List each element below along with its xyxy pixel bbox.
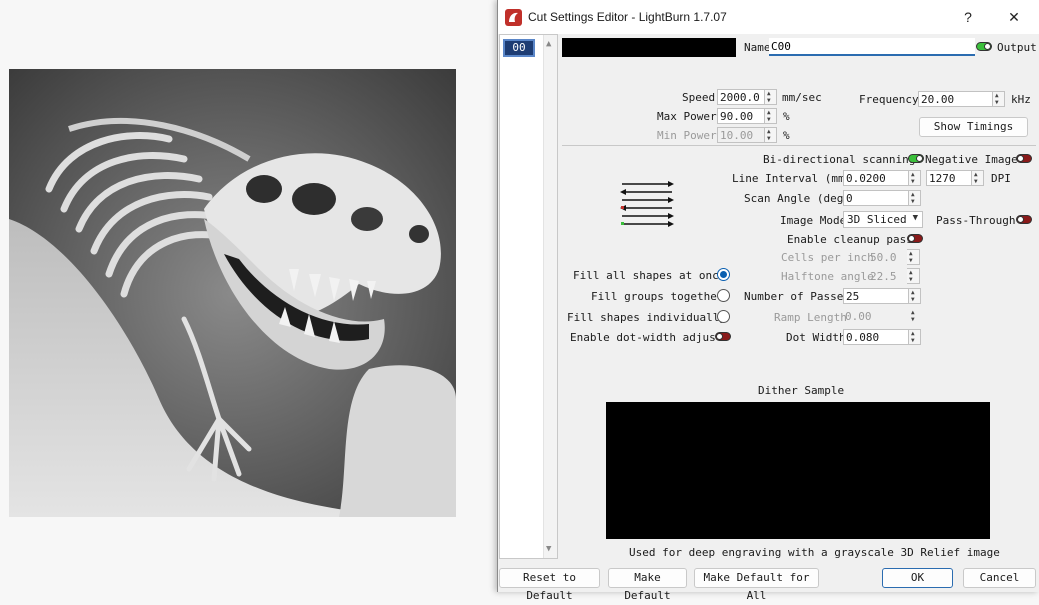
fossil-image	[9, 69, 456, 517]
fill-all-at-once-radio[interactable]	[717, 268, 730, 281]
section-divider	[562, 145, 1036, 146]
help-button[interactable]: ?	[950, 6, 986, 28]
halftone-angle-label: Halftone angle	[781, 270, 874, 283]
ramp-length-spinbox[interactable]: 0.00 ▲ ▼	[843, 309, 921, 325]
dot-width-adjust-toggle[interactable]	[715, 332, 731, 341]
dot-width-value: 0.080	[846, 331, 880, 344]
image-mode-label: Image Mode	[780, 214, 847, 227]
mode-description: Used for deep engraving with a grayscale…	[629, 546, 1000, 559]
line-interval-label: Line Interval (mm)	[732, 172, 852, 185]
name-label: Name	[744, 41, 771, 54]
title-bar: Cut Settings Editor - LightBurn 1.7.07 ?…	[498, 0, 1039, 34]
frequency-label: Frequency	[859, 93, 919, 106]
output-label: Output	[997, 41, 1037, 54]
dot-width-spinbox[interactable]: 0.080 ▲ ▼	[843, 329, 921, 345]
dot-width-adjust-label: Enable dot-width adjust	[570, 331, 723, 344]
make-default-button[interactable]: Make Default	[608, 568, 687, 602]
chevron-down-icon: ▼	[912, 213, 918, 223]
dither-sample-label: Dither Sample	[758, 384, 845, 397]
bidirectional-label: Bi-directional scanning	[763, 153, 916, 166]
dot-width-label: Dot Width	[786, 331, 846, 344]
min-power-value: 10.00	[720, 129, 754, 142]
min-power-spinbox[interactable]: 10.00 ▲ ▼	[717, 127, 777, 143]
layer-color-swatch[interactable]	[562, 38, 736, 57]
scan-angle-value: 0	[846, 192, 853, 205]
output-toggle[interactable]	[976, 42, 992, 51]
fill-groups-together-radio[interactable]	[717, 289, 730, 302]
ramp-length-value: 0.00	[845, 310, 872, 323]
cleanup-pass-label: Enable cleanup pass	[787, 233, 913, 246]
min-power-unit: %	[783, 129, 790, 142]
scroll-down-icon[interactable]: ▼	[546, 544, 551, 554]
scan-angle-label: Scan Angle (deg)	[744, 192, 850, 205]
layer-item-00[interactable]: 00	[503, 39, 535, 57]
number-of-passes-label: Number of Passes	[744, 290, 850, 303]
fill-option-label-1: Fill groups together	[591, 290, 724, 303]
scan-angle-stepper[interactable]: ▲ ▼	[908, 191, 920, 205]
fill-option-label-2: Fill shapes individually	[567, 311, 726, 324]
image-mode-select[interactable]: 3D Sliced ▼	[843, 211, 923, 228]
dot-width-stepper[interactable]: ▲ ▼	[908, 330, 920, 344]
cancel-button[interactable]: Cancel	[963, 568, 1036, 588]
name-input[interactable]	[769, 38, 975, 56]
pass-through-toggle[interactable]	[1016, 215, 1032, 224]
halftone-angle-value: 22.5	[870, 270, 897, 283]
cells-per-inch-label: Cells per inch	[781, 251, 874, 264]
frequency-value: 20.00	[921, 93, 955, 106]
dpi-spinbox[interactable]: 1270 ▲ ▼	[926, 170, 984, 186]
max-power-unit: %	[783, 110, 790, 123]
lightburn-logo-icon	[505, 9, 522, 26]
fill-option-label-0: Fill all shapes at once	[573, 269, 726, 282]
image-mode-value: 3D Sliced	[847, 213, 907, 226]
max-power-spinbox[interactable]: 90.00 ▲ ▼	[717, 108, 777, 124]
max-power-label: Max Power	[657, 110, 717, 123]
max-power-value: 90.00	[720, 110, 754, 123]
halftone-angle-stepper[interactable]: ▲ ▼	[907, 268, 920, 284]
min-power-stepper[interactable]: ▲ ▼	[764, 128, 776, 142]
max-power-stepper[interactable]: ▲ ▼	[764, 109, 776, 123]
cells-per-inch-value: 50.0	[870, 251, 897, 264]
fill-shapes-individually-radio[interactable]	[717, 310, 730, 323]
window-title: Cut Settings Editor - LightBurn 1.7.07	[528, 10, 727, 24]
bidirectional-toggle[interactable]	[908, 154, 924, 163]
line-interval-spinbox[interactable]: 0.0200 ▲ ▼	[843, 170, 921, 186]
speed-value: 2000.0	[720, 91, 760, 104]
number-of-passes-spinbox[interactable]: 25 ▲ ▼	[843, 288, 921, 304]
frequency-stepper[interactable]: ▲ ▼	[992, 92, 1004, 106]
dither-sample-preview	[606, 402, 990, 539]
frequency-spinbox[interactable]: 20.00 ▲ ▼	[918, 91, 1005, 107]
scan-direction-icon	[620, 181, 674, 227]
min-power-label: Min Power	[657, 129, 717, 142]
ramp-length-label: Ramp Length	[774, 311, 847, 324]
line-interval-value: 0.0200	[846, 172, 886, 185]
ok-button[interactable]: OK	[882, 568, 953, 588]
cleanup-pass-toggle[interactable]	[907, 234, 923, 243]
number-of-passes-value: 25	[846, 290, 860, 303]
reset-to-default-button[interactable]: Reset to Default	[499, 568, 600, 602]
scan-angle-spinbox[interactable]: 0 ▲ ▼	[843, 190, 921, 206]
layer-list[interactable]: 00 ▲ ▼	[499, 34, 558, 559]
negative-image-toggle[interactable]	[1016, 154, 1032, 163]
dpi-value: 1270	[929, 172, 956, 185]
negative-image-label: Negative Image	[925, 153, 1018, 166]
cut-settings-dialog: Cut Settings Editor - LightBurn 1.7.07 ?…	[497, 0, 1039, 602]
make-default-for-all-button[interactable]: Make Default for All	[694, 568, 819, 602]
pass-through-label: Pass-Through	[936, 214, 1016, 227]
line-interval-stepper[interactable]: ▲ ▼	[908, 171, 920, 185]
frequency-unit: kHz	[1011, 93, 1031, 106]
speed-label: Speed	[682, 91, 716, 104]
layer-list-scrollbar[interactable]: ▲ ▼	[543, 35, 557, 558]
dpi-label: DPI	[991, 172, 1011, 185]
scroll-up-icon[interactable]: ▲	[546, 39, 551, 49]
cells-per-inch-stepper[interactable]: ▲ ▼	[907, 249, 920, 265]
number-of-passes-stepper[interactable]: ▲ ▼	[908, 289, 920, 303]
speed-spinbox[interactable]: 2000.0 ▲ ▼	[717, 89, 777, 105]
speed-unit: mm/sec	[782, 91, 822, 104]
ramp-length-stepper[interactable]: ▲ ▼	[909, 309, 921, 325]
speed-stepper[interactable]: ▲ ▼	[764, 90, 776, 104]
show-timings-button[interactable]: Show Timings	[919, 117, 1028, 137]
close-button[interactable]: ✕	[996, 6, 1032, 28]
dpi-stepper[interactable]: ▲ ▼	[971, 171, 983, 185]
